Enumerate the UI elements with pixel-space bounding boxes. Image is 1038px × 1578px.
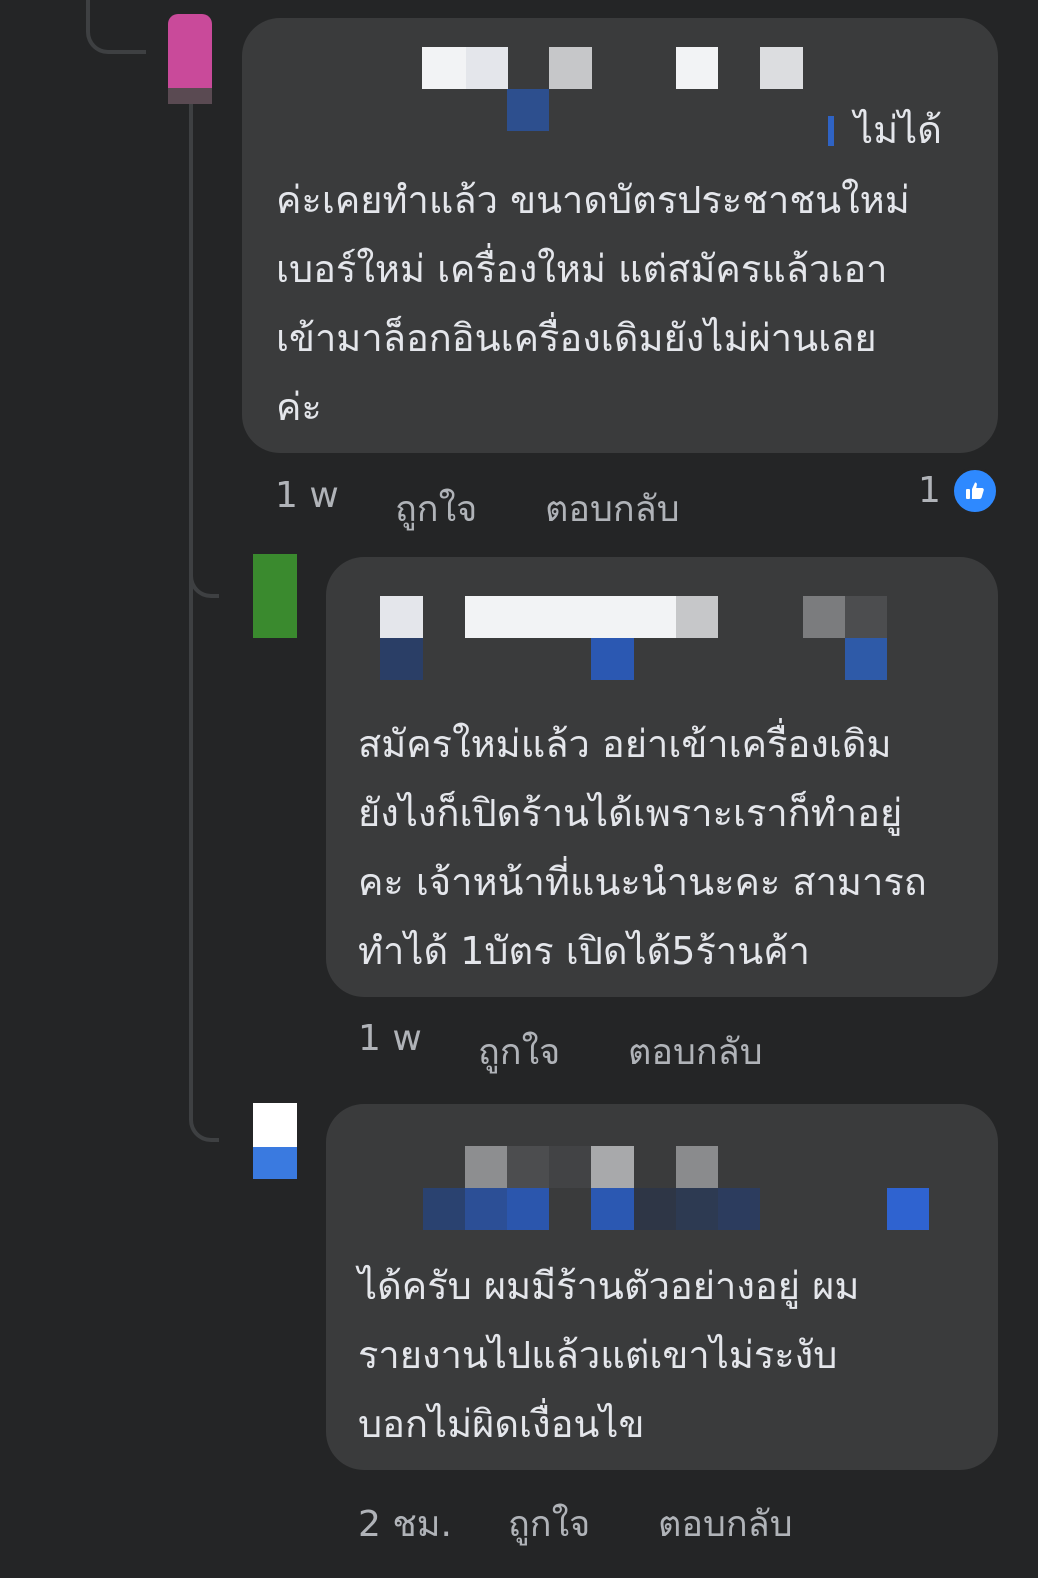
comment-bubble: ไม่ได้ ค่ะเคยทำแล้ว ขนาดบัตรประชาชนใหม่ … bbox=[242, 18, 998, 453]
comment-text: ค่ะเคยทำแล้ว ขนาดบัตรประชาชนใหม่ เบอร์ให… bbox=[276, 178, 910, 429]
avatar[interactable] bbox=[253, 1103, 297, 1179]
thread-connector-top bbox=[86, 0, 146, 54]
thumbs-up-icon[interactable] bbox=[951, 467, 999, 515]
avatar[interactable] bbox=[168, 14, 212, 104]
comment-text-lead: ไม่ได้ bbox=[854, 108, 942, 152]
reply-button[interactable]: ตอบกลับ bbox=[545, 480, 680, 537]
comment-text: สมัครใหม่แล้ว อย่าเข้าเครื่องเดิม ยังไงก… bbox=[358, 722, 927, 973]
comment-actions: 1 w ถูกใจ ตอบกลับ bbox=[358, 1018, 818, 1073]
comment-actions: 1 w ถูกใจ ตอบกลับ bbox=[275, 475, 735, 530]
thread-connector-reply-2 bbox=[189, 1100, 219, 1142]
thread-connector-reply-1 bbox=[189, 560, 219, 598]
like-button[interactable]: ถูกใจ bbox=[508, 1495, 590, 1552]
avatar[interactable] bbox=[253, 554, 297, 638]
thread-line bbox=[189, 96, 193, 1116]
comment-bubble: สมัครใหม่แล้ว อย่าเข้าเครื่องเดิม ยังไงก… bbox=[326, 557, 998, 997]
comment-bubble: ได้ครับ ผมมีร้านตัวอย่างอยู่ ผม รายงานไป… bbox=[326, 1104, 998, 1470]
comment-text: ได้ครับ ผมมีร้านตัวอย่างอยู่ ผม รายงานไป… bbox=[358, 1264, 860, 1446]
timestamp[interactable]: 2 ชม. bbox=[358, 1495, 452, 1552]
reply-button[interactable]: ตอบกลับ bbox=[628, 1023, 763, 1080]
like-button[interactable]: ถูกใจ bbox=[395, 480, 477, 537]
timestamp[interactable]: 1 w bbox=[358, 1018, 422, 1059]
reaction-count[interactable]: 1 bbox=[918, 470, 941, 511]
timestamp[interactable]: 1 w bbox=[275, 475, 339, 516]
comment-actions: 2 ชม. ถูกใจ ตอบกลับ bbox=[358, 1495, 838, 1545]
reply-button[interactable]: ตอบกลับ bbox=[658, 1495, 793, 1552]
like-button[interactable]: ถูกใจ bbox=[478, 1023, 560, 1080]
